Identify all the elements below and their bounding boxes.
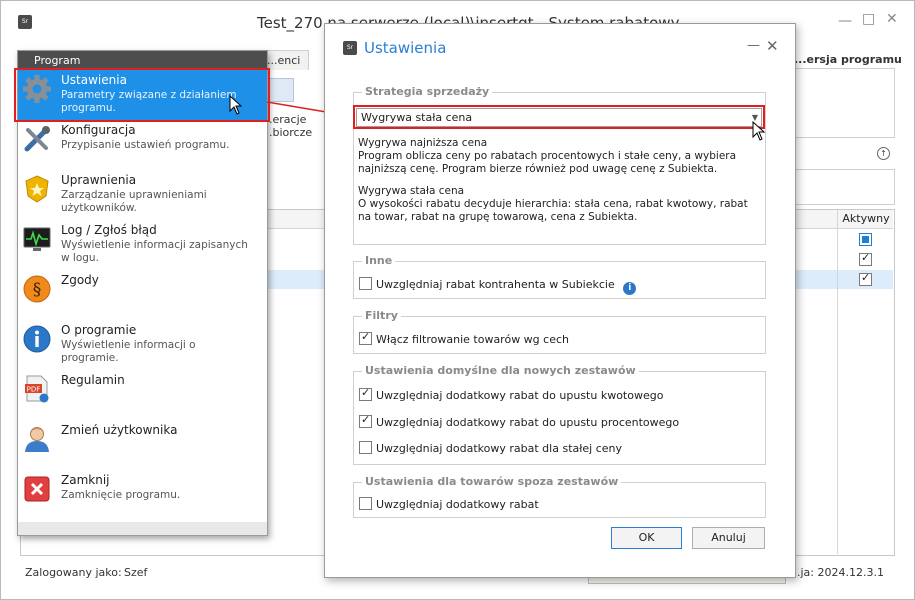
cancel-button[interactable]: Anuluj xyxy=(692,527,765,549)
highlight-box xyxy=(353,105,765,129)
menu-item-label: Konfiguracja xyxy=(61,123,136,137)
active-checkbox[interactable] xyxy=(859,271,872,286)
active-checkbox[interactable] xyxy=(859,233,872,246)
menu-item-desc: Wyświetlenie informacji zapisanych w log… xyxy=(61,239,248,264)
menu-item-consents[interactable]: § Zgody xyxy=(18,270,267,320)
menu-item-change-user[interactable]: Zmień użytkownika xyxy=(18,420,267,470)
badge-icon xyxy=(25,175,49,203)
group-title: Strategia sprzedaży xyxy=(362,85,493,98)
close-icon xyxy=(24,476,50,502)
calendar-icon xyxy=(268,78,294,102)
app-logo-icon: Sr xyxy=(343,41,357,55)
strategy-desc-title: Wygrywa stała cena xyxy=(358,185,465,197)
checkbox[interactable] xyxy=(359,277,372,290)
menu-item-desc: Zamknięcie programu. xyxy=(61,489,181,501)
paragraph-icon: § xyxy=(23,275,51,303)
collapse-up-icon[interactable]: ↑ xyxy=(877,147,890,160)
status-login-label: Zalogowany jako: xyxy=(25,566,122,579)
menu-item-desc: Zarządzanie uprawnieniami użytkowników. xyxy=(61,189,207,214)
maximize-icon[interactable]: □ xyxy=(862,11,875,27)
menu-item-label: Zgody xyxy=(61,273,99,287)
menu-item-label: Zamknij xyxy=(61,473,110,487)
menu-item-about[interactable]: O programie Wyświetlenie informacji o pr… xyxy=(18,320,267,370)
group-title: Filtry xyxy=(362,309,401,322)
monitor-icon xyxy=(23,227,51,251)
option-contractor-discount[interactable]: Uwzględniaj rabat kontrahenta w Subiekci… xyxy=(359,277,637,295)
option-default-fixed-price[interactable]: Uwzględniaj dodatkowy rabat dla stałej c… xyxy=(359,441,622,455)
column-header-active[interactable]: Aktywny xyxy=(837,210,894,228)
info-icon xyxy=(23,325,51,353)
strategy-desc-body: O wysokości rabatu decyduje hierarchia: … xyxy=(358,198,748,223)
group-title: Ustawienia domyślne dla nowych zestawów xyxy=(362,364,639,377)
tools-icon xyxy=(24,126,50,152)
menu-item-configuration[interactable]: Konfiguracja Przypisanie ustawień progra… xyxy=(18,120,267,170)
status-version: ...ja: 2024.12.3.1 xyxy=(790,566,884,579)
svg-text:§: § xyxy=(33,280,42,300)
menu-item-label: Log / Zgłoś błąd xyxy=(61,223,157,237)
close-window-icon[interactable]: ✕ xyxy=(886,11,898,27)
status-user: Szef xyxy=(124,566,148,579)
checkbox[interactable] xyxy=(359,413,372,428)
filter-panel xyxy=(795,169,895,205)
group-filters: Filtry Włącz filtrowanie towarów wg cech xyxy=(353,309,766,354)
group-title: Ustawienia dla towarów spoza zestawów xyxy=(362,475,622,488)
svg-text:PDF: PDF xyxy=(27,386,41,394)
group-other: Inne Uwzględniaj rabat kontrahenta w Sub… xyxy=(353,254,766,299)
program-menu: Program Ustawienia Parametry związane z … xyxy=(17,50,268,536)
checkbox[interactable] xyxy=(359,330,372,345)
menu-item-regulations[interactable]: PDF Regulamin xyxy=(18,370,267,420)
minimize-icon[interactable]: — xyxy=(838,13,852,29)
strategy-desc-title: Wygrywa najniższa cena xyxy=(358,137,488,149)
menu-item-label: O programie xyxy=(61,323,137,337)
ok-button[interactable]: OK xyxy=(611,527,682,549)
minimize-icon[interactable]: — xyxy=(747,38,760,53)
mouse-cursor-icon xyxy=(229,95,243,115)
column-divider xyxy=(837,228,838,554)
option-default-amount-discount[interactable]: Uwzględniaj dodatkowy rabat do upustu kw… xyxy=(359,386,663,402)
group-title: Inne xyxy=(362,254,396,267)
menu-item-desc: Przypisanie ustawień programu. xyxy=(61,139,230,151)
pdf-icon: PDF xyxy=(25,375,49,403)
checkbox[interactable] xyxy=(359,386,372,401)
dialog-title: Ustawienia xyxy=(364,39,447,57)
option-extra-discount[interactable]: Uwzględniaj dodatkowy rabat xyxy=(359,497,539,511)
menu-item-label: Regulamin xyxy=(61,373,125,387)
menu-item-close[interactable]: Zamknij Zamknięcie programu. xyxy=(18,470,267,520)
strategy-desc-body: Program oblicza ceny po rabatach procent… xyxy=(358,150,737,175)
menu-footer xyxy=(18,522,267,535)
checkbox[interactable] xyxy=(359,441,372,454)
checkbox[interactable] xyxy=(359,497,372,510)
info-icon[interactable]: i xyxy=(623,282,637,295)
menu-item-desc: Wyświetlenie informacji o programie. xyxy=(61,339,196,364)
active-checkbox[interactable] xyxy=(859,251,872,266)
menu-item-label: Uprawnienia xyxy=(61,173,137,187)
option-default-percent-discount[interactable]: Uwzględniaj dodatkowy rabat do upustu pr… xyxy=(359,413,679,429)
menu-item-log[interactable]: Log / Zgłoś błąd Wyświetlenie informacji… xyxy=(18,220,267,270)
close-dialog-icon[interactable]: ✕ xyxy=(766,37,779,55)
user-icon xyxy=(25,427,49,452)
option-filter-by-features[interactable]: Włącz filtrowanie towarów wg cech xyxy=(359,330,569,346)
version-panel xyxy=(795,68,895,138)
version-section-label: ...ersja programu xyxy=(794,53,902,66)
menu-item-label: Zmień użytkownika xyxy=(61,423,178,437)
group-defaults: Ustawienia domyślne dla nowych zestawów … xyxy=(353,364,766,465)
menu-item-permissions[interactable]: Uprawnienia Zarządzanie uprawnieniami uż… xyxy=(18,170,267,220)
app-logo-icon: Sr xyxy=(18,15,32,29)
group-outside-sets: Ustawienia dla towarów spoza zestawów Uw… xyxy=(353,475,766,518)
